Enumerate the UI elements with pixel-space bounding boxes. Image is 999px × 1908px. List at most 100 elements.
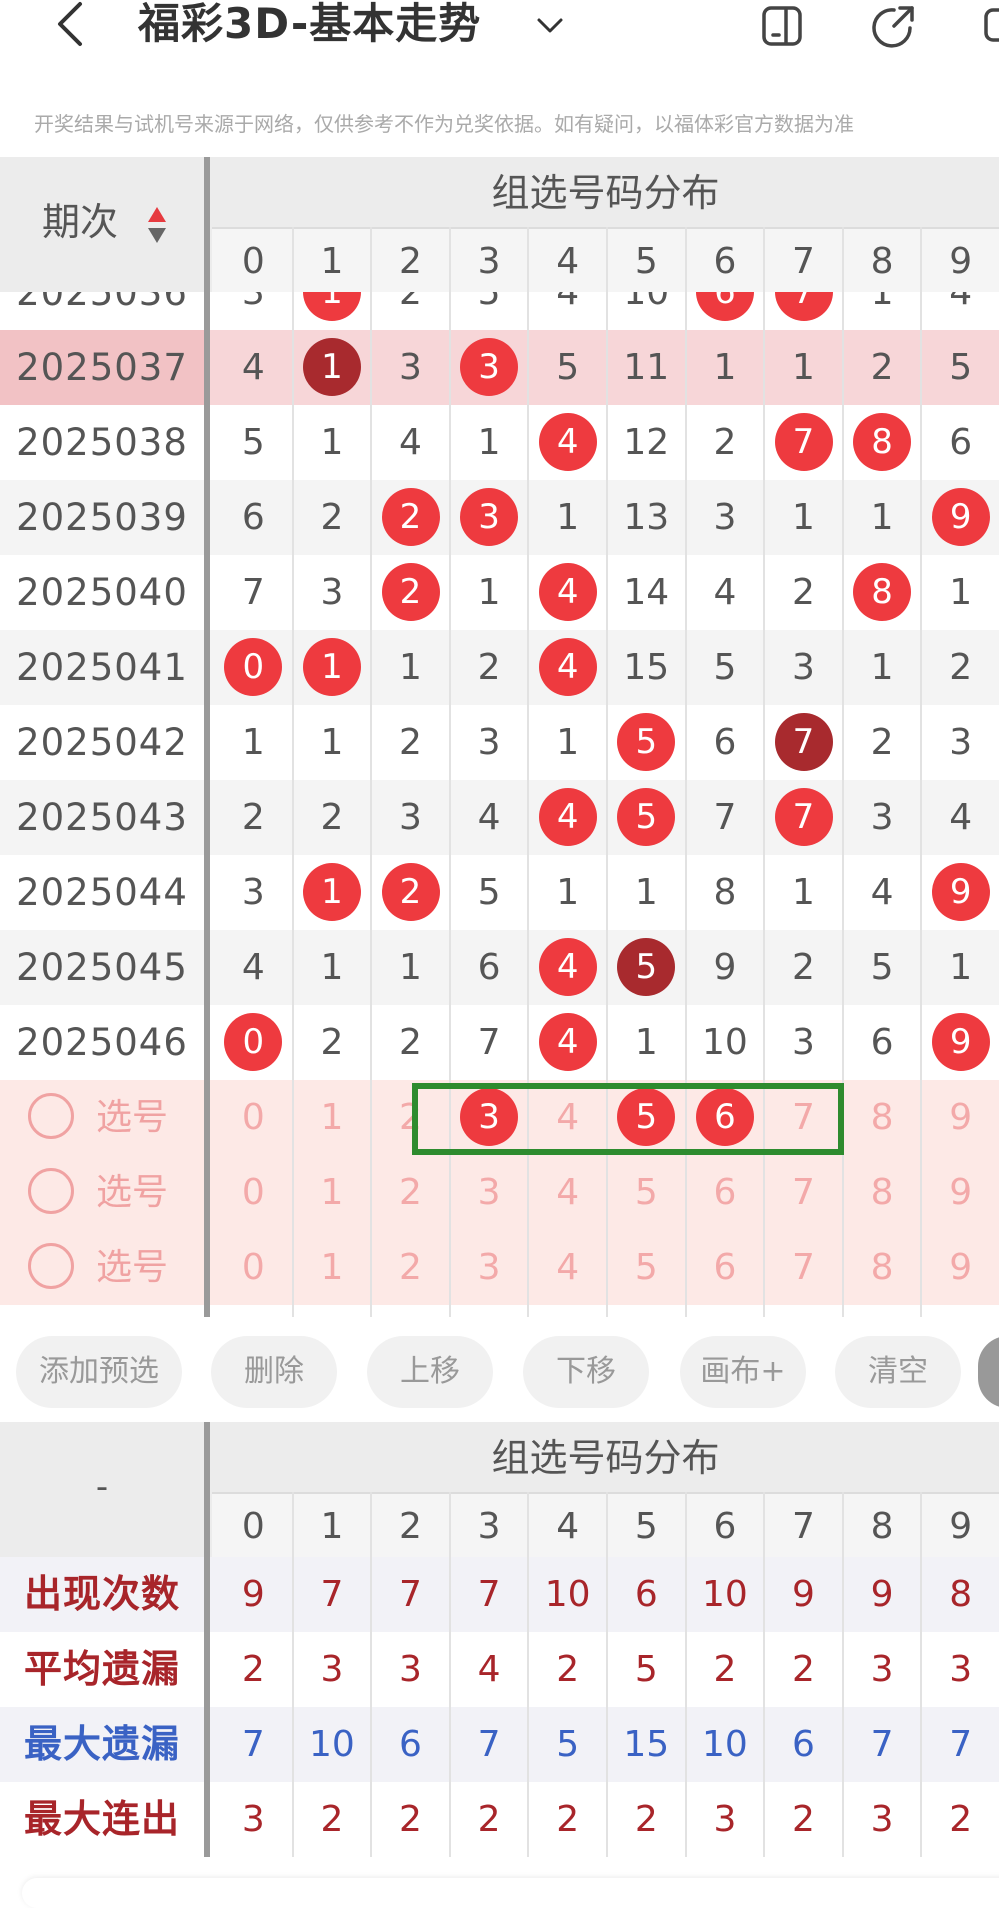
miss-count: 4 (399, 422, 422, 463)
select-option-6[interactable]: 6 (686, 1155, 765, 1230)
select-option-9[interactable]: 9 (921, 1080, 999, 1155)
select-option-9[interactable]: 9 (921, 1230, 999, 1305)
select-option-5[interactable]: 5 (607, 1230, 686, 1305)
stats-value: 10 (701, 1724, 748, 1765)
stats-row-label: 平均遗漏 (23, 1647, 180, 1691)
column-header-8: 8 (870, 241, 894, 282)
stats-value: 7 (320, 1574, 344, 1615)
radio-circle-icon[interactable] (28, 1243, 74, 1289)
action-button[interactable]: 上移 (367, 1336, 493, 1408)
stats-value: 2 (792, 1649, 815, 1690)
stats-value: 9 (792, 1574, 815, 1615)
miss-count: 1 (320, 947, 344, 988)
miss-count: 10 (701, 1022, 748, 1063)
selection-row[interactable]: 选号 0 1 2 3 4 5 6 7 8 9 (0, 1155, 999, 1230)
select-option-1[interactable]: 1 (293, 1155, 372, 1230)
selection-label: 选号 (96, 1172, 169, 1213)
selection-row[interactable]: 选号 0 1 2 3 4 5 6 7 8 9 (0, 1230, 999, 1305)
radio-circle-icon[interactable] (28, 1168, 74, 1214)
select-option-3[interactable]: 3 (450, 1155, 529, 1230)
action-button[interactable]: 清空 (835, 1336, 961, 1408)
select-option-7[interactable]: 7 (764, 1230, 843, 1305)
stats-row: 最大连出 3 2 2 2 2 2 3 2 3 2 (0, 1782, 999, 1857)
miss-count: 6 (713, 722, 737, 763)
stats-column-header-7: 7 (792, 1506, 815, 1547)
stats-column-header-8: 8 (870, 1506, 894, 1547)
select-option-4[interactable]: 4 (528, 1155, 607, 1230)
table-row[interactable]: 2025042 1 1 2 3 1 5 6 7 2 3 (0, 705, 999, 780)
select-option-5[interactable]: 5 (607, 1155, 686, 1230)
select-option-0[interactable]: 0 (214, 1155, 293, 1230)
radio-circle-icon[interactable] (28, 1093, 74, 1139)
select-option-8[interactable]: 8 (843, 1080, 922, 1155)
table-row[interactable]: 2025039 6 2 2 3 1 13 3 1 1 9 (0, 480, 999, 555)
table-row[interactable]: 2025037 4 1 3 3 5 11 1 1 2 5 (0, 330, 999, 405)
select-option-2[interactable]: 2 (371, 1230, 450, 1305)
stats-row: 出现次数 9 7 7 7 10 6 10 9 9 8 (0, 1557, 999, 1632)
table-row[interactable]: 2025043 2 2 3 4 4 5 7 7 3 4 (0, 780, 999, 855)
select-option-8[interactable]: 8 (843, 1155, 922, 1230)
stats-value: 9 (241, 1574, 265, 1615)
layout-toggle-icon[interactable] (758, 2, 806, 50)
stats-value: 2 (241, 1649, 265, 1690)
chevron-down-icon[interactable] (535, 10, 565, 40)
miss-count: 1 (477, 572, 501, 613)
miss-count: 4 (949, 292, 973, 313)
stats-value: 2 (713, 1649, 737, 1690)
table-row[interactable]: 2025045 4 1 1 6 4 5 9 2 5 1 (0, 930, 999, 1005)
number-ball: 1 (302, 292, 361, 321)
miss-count: 1 (949, 947, 973, 988)
period-header[interactable]: 期次 (0, 197, 160, 247)
stats-value: 2 (556, 1799, 580, 1840)
page-title: 福彩3D-基本走势 (138, 0, 482, 48)
miss-count: 3 (792, 1022, 815, 1063)
action-button[interactable]: 添加预选 (16, 1336, 182, 1408)
miss-count: 5 (949, 347, 973, 388)
miss-count: 4 (241, 347, 265, 388)
more-buttons-icon[interactable] (978, 1336, 999, 1408)
miss-count: 3 (241, 872, 265, 913)
select-option-9[interactable]: 9 (921, 1155, 999, 1230)
more-icon[interactable] (980, 2, 999, 50)
select-option-1[interactable]: 1 (293, 1080, 372, 1155)
select-option-0[interactable]: 0 (214, 1230, 293, 1305)
miss-count: 3 (399, 347, 422, 388)
stats-value: 10 (701, 1574, 748, 1615)
action-button[interactable]: 下移 (523, 1336, 649, 1408)
period-cell: 2025037 (16, 346, 188, 389)
stats-value: 7 (949, 1724, 973, 1765)
table-row[interactable]: 2025040 7 3 2 1 4 14 4 2 8 1 (0, 555, 999, 630)
table-row[interactable]: 2025041 0 1 1 2 4 15 5 3 1 2 (0, 630, 999, 705)
select-option-7[interactable]: 7 (764, 1155, 843, 1230)
stats-column-divider (291, 1492, 294, 1857)
table-row[interactable]: 2025038 5 1 4 1 4 12 2 7 8 6 (0, 405, 999, 480)
number-ball: 2 (381, 563, 440, 621)
sort-arrows-icon[interactable] (146, 205, 168, 245)
stats-value: 2 (320, 1799, 344, 1840)
miss-count: 2 (792, 572, 815, 613)
select-option-3[interactable]: 3 (450, 1230, 529, 1305)
stats-value: 3 (949, 1649, 973, 1690)
miss-count: 3 (241, 292, 265, 313)
period-cell: 2025036 (16, 292, 188, 314)
select-option-6[interactable]: 6 (686, 1230, 765, 1305)
share-icon[interactable] (870, 2, 918, 50)
select-option-4[interactable]: 4 (528, 1230, 607, 1305)
action-button[interactable]: 删除 (211, 1336, 337, 1408)
select-option-2[interactable]: 2 (371, 1155, 450, 1230)
column-header-9: 9 (949, 241, 973, 282)
stats-value: 10 (544, 1574, 591, 1615)
action-button[interactable]: 画布+ (680, 1336, 806, 1408)
stats-value: 6 (792, 1724, 815, 1765)
table-row[interactable]: 2025036 3 1 2 5 4 10 6 7 1 4 (0, 292, 999, 330)
back-arrow-icon[interactable] (52, 0, 92, 52)
select-option-1[interactable]: 1 (293, 1230, 372, 1305)
table-row[interactable]: 2025044 3 1 2 5 1 1 8 1 4 9 (0, 855, 999, 930)
miss-count: 1 (399, 947, 422, 988)
app-header: 福彩3D-基本走势 (0, 0, 999, 100)
period-cell: 2025038 (16, 421, 188, 464)
select-option-8[interactable]: 8 (843, 1230, 922, 1305)
number-ball: 0 (224, 1013, 283, 1071)
select-option-0[interactable]: 0 (214, 1080, 293, 1155)
table-row[interactable]: 2025046 0 2 2 7 4 1 10 3 6 9 (0, 1005, 999, 1080)
